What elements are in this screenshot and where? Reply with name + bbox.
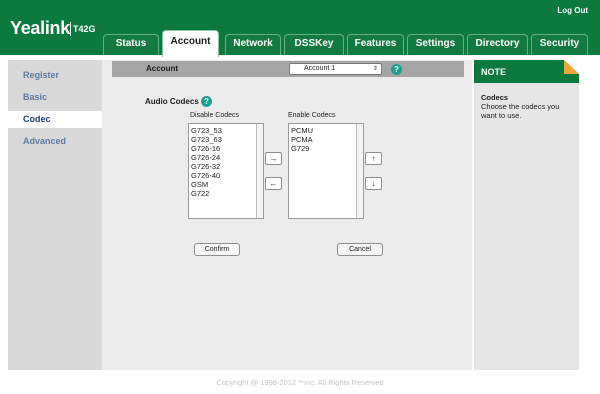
move-left-button[interactable]: ← xyxy=(265,177,282,190)
disabled-codecs-list[interactable]: G723_53 G723_63 G726-16 G726-24 G726-32 … xyxy=(188,123,264,219)
list-item[interactable]: G722 xyxy=(191,189,209,198)
tab-settings[interactable]: Settings xyxy=(407,34,464,55)
list-item[interactable]: GSM xyxy=(191,180,208,189)
note-title: NOTE xyxy=(481,67,507,77)
account-label: Account xyxy=(146,64,178,73)
list-item[interactable]: PCMA xyxy=(291,135,313,144)
list-scrollbar[interactable] xyxy=(356,124,363,218)
brand-logo: Yealink xyxy=(10,18,70,38)
tab-account[interactable]: Account xyxy=(162,30,219,57)
sidebar-item-codec[interactable]: Codec xyxy=(8,111,102,128)
tab-status[interactable]: Status xyxy=(103,34,159,55)
move-up-button[interactable]: ↑ xyxy=(365,152,382,165)
main-panel xyxy=(102,60,472,370)
codecs-help-icon[interactable]: ? xyxy=(201,96,212,107)
tab-dsskey[interactable]: DSSKey xyxy=(284,34,344,55)
note-text: Choose the codecs you want to use. xyxy=(481,102,560,120)
tab-network[interactable]: Network xyxy=(225,34,281,55)
cancel-button[interactable]: Cancel xyxy=(337,243,383,256)
move-right-button[interactable]: → xyxy=(265,152,282,165)
list-item[interactable]: G723_63 xyxy=(191,135,222,144)
list-item[interactable]: PCMU xyxy=(291,126,313,135)
sidebar-item-register[interactable]: Register xyxy=(8,67,102,84)
disable-codecs-label: Disable Codecs xyxy=(190,112,240,119)
account-help-icon[interactable]: ? xyxy=(391,64,402,75)
sidebar: Register Basic Codec Advanced xyxy=(8,60,102,370)
note-heading: Codecs xyxy=(481,93,509,102)
account-select[interactable]: Account 1 ⇕ xyxy=(289,63,382,75)
move-down-button[interactable]: ↓ xyxy=(365,177,382,190)
account-select-value: Account 1 xyxy=(304,65,336,72)
list-item[interactable]: G726-24 xyxy=(191,153,220,162)
enabled-codecs-list[interactable]: PCMU PCMA G729 xyxy=(288,123,364,219)
list-item[interactable]: G729 xyxy=(291,144,309,153)
list-item[interactable]: G723_53 xyxy=(191,126,222,135)
sidebar-item-advanced[interactable]: Advanced xyxy=(8,133,102,150)
list-scrollbar[interactable] xyxy=(256,124,263,218)
enable-codecs-label: Enable Codecs xyxy=(288,112,336,119)
logo-separator xyxy=(70,22,71,36)
web-ui: Yealink T42G Log Out Status Account Netw… xyxy=(0,0,600,394)
logout-link[interactable]: Log Out xyxy=(557,6,588,15)
audio-codecs-title: Audio Codecs xyxy=(145,97,199,106)
list-item[interactable]: G726-32 xyxy=(191,162,220,171)
list-item[interactable]: G726-40 xyxy=(191,171,220,180)
tab-security[interactable]: Security xyxy=(531,34,588,55)
list-item[interactable]: G726-16 xyxy=(191,144,220,153)
copyright-footer: Copyright @ 1998-2012 **Inc. All Rights … xyxy=(216,378,384,387)
sidebar-item-basic[interactable]: Basic xyxy=(8,89,102,106)
header-bar: Yealink T42G Log Out Status Account Netw… xyxy=(0,0,600,57)
select-arrows-icon: ⇕ xyxy=(372,66,378,72)
tab-directory[interactable]: Directory xyxy=(467,34,528,55)
note-corner-fold xyxy=(564,60,579,74)
model-label: T42G xyxy=(73,24,96,34)
confirm-button[interactable]: Confirm xyxy=(194,243,240,256)
tab-features[interactable]: Features xyxy=(347,34,404,55)
